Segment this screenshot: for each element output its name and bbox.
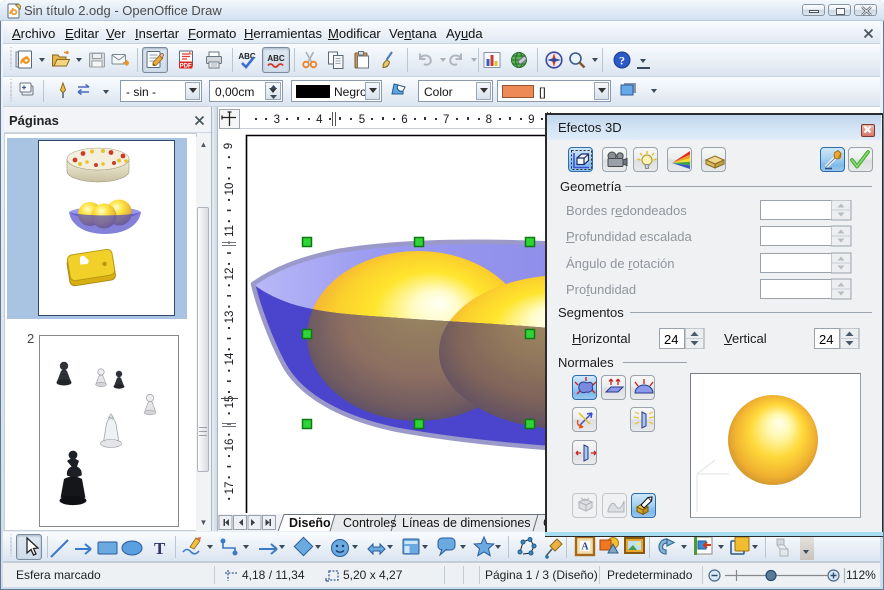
svg-text:Controles: Controles: [343, 516, 397, 530]
svg-text:A: A: [581, 542, 589, 553]
svg-text:Diseño: Diseño: [289, 516, 331, 530]
svg-text:Líneas de dimensiones: Líneas de dimensiones: [402, 516, 531, 530]
svg-text:T: T: [154, 539, 166, 558]
